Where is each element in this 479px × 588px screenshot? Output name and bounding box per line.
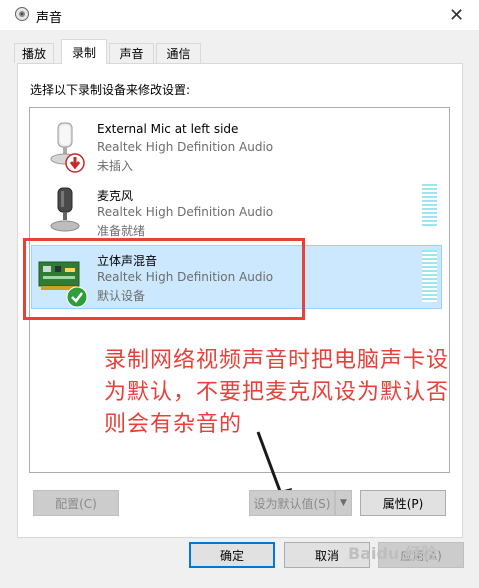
window-title: 声音 <box>36 11 63 26</box>
set-default-dropdown[interactable]: ▼ <box>335 490 352 516</box>
configure-button[interactable]: 配置(C) <box>33 490 119 516</box>
unplugged-badge-icon <box>65 153 85 173</box>
annotation-text: 录制网络视频声音时把电脑声卡设为默认，不要把麦克风设为默认否则会有杂音的 <box>104 348 450 437</box>
tab-sounds[interactable]: 声音 <box>109 43 154 63</box>
instruction-text: 选择以下录制设备来修改设置: <box>30 83 191 97</box>
tab-recording[interactable]: 录制 <box>61 39 107 64</box>
device-name: External Mic at left side <box>97 122 239 136</box>
device-driver: Realtek High Definition Audio <box>97 205 274 219</box>
tab-communications[interactable]: 通信 <box>156 43 201 63</box>
device-status: 未插入 <box>97 159 134 173</box>
device-item[interactable]: 麦克风 Realtek High Definition Audio 准备就绪 <box>31 180 442 240</box>
device-item[interactable]: External Mic at left side Realtek High D… <box>31 115 442 175</box>
close-button[interactable]: ✕ <box>434 0 479 30</box>
tab-playback[interactable]: 播放 <box>14 43 54 63</box>
close-icon: ✕ <box>448 4 465 26</box>
baidu-watermark: Baidu 经验 <box>348 544 437 563</box>
level-meter <box>422 184 437 228</box>
title-bar: 声音 ✕ <box>0 0 479 30</box>
level-meter <box>422 250 437 302</box>
speaker-icon <box>15 7 29 21</box>
annotation-highlight-box <box>23 238 305 320</box>
microphone-icon <box>50 187 80 232</box>
device-status: 准备就绪 <box>97 224 146 238</box>
device-name: 麦克风 <box>97 189 134 203</box>
ok-button[interactable]: 确定 <box>189 542 275 568</box>
properties-button[interactable]: 属性(P) <box>360 490 446 516</box>
chevron-down-icon: ▼ <box>340 498 347 508</box>
set-default-button[interactable]: 设为默认值(S) <box>249 490 335 516</box>
device-driver: Realtek High Definition Audio <box>97 140 274 154</box>
